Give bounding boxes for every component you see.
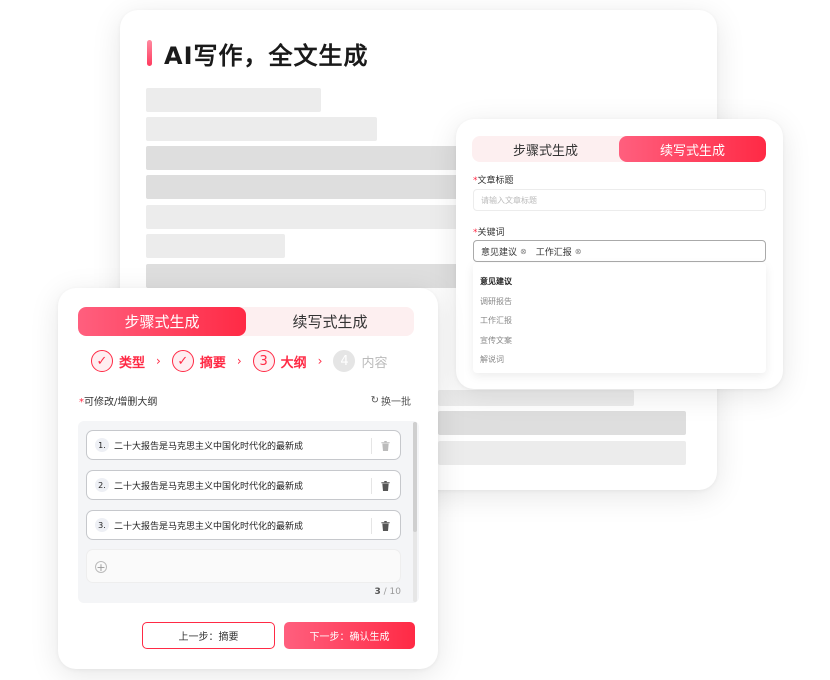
step-label: 类型 (119, 355, 146, 371)
outline-list: 1. 二十大报告是马克思主义中国化时代化的最新成 2. 二十大报告是马克思主义中… (78, 421, 419, 603)
refresh-label: 换一批 (381, 397, 411, 408)
outline-item-text: 二十大报告是马克思主义中国化时代化的最新成 (114, 481, 304, 492)
keyword-tag: 工作汇报 ⊗ (536, 245, 582, 258)
chevron-right-icon: › (236, 354, 242, 368)
dropdown-option[interactable]: 工作汇报 (473, 311, 766, 331)
next-step-button[interactable]: 下一步：确认生成 (284, 622, 415, 649)
divider (371, 438, 372, 454)
step-outline[interactable]: 3 大纲 (252, 350, 307, 372)
skeleton-line (438, 441, 686, 465)
tab-continuation-generation[interactable]: 续写式生成 (619, 136, 766, 162)
check-icon: ✓ (91, 350, 113, 372)
article-title-label-text: 文章标题 (477, 176, 514, 186)
trash-icon[interactable] (379, 439, 391, 453)
tab-step-generation[interactable]: 步骤式生成 (472, 136, 619, 162)
keyword-dropdown: 意见建议 调研报告 工作汇报 宣传文案 解说词 (473, 263, 766, 373)
outline-label: *可修改/增删大纲 (79, 393, 157, 408)
step-label: 大纲 (280, 355, 307, 371)
tab-continuation-generation[interactable]: 续写式生成 (246, 307, 414, 336)
scrollbar-thumb[interactable] (413, 422, 417, 532)
outline-item-text: 二十大报告是马克思主义中国化时代化的最新成 (114, 441, 304, 452)
refresh-button[interactable]: ↻ 换一批 (371, 393, 411, 408)
outline-item[interactable]: 2. 二十大报告是马克思主义中国化时代化的最新成 (86, 470, 401, 500)
trash-icon[interactable] (379, 519, 391, 533)
continuation-panel: 步骤式生成 续写式生成 *文章标题 请输入文章标题 *关键词 意见建议 ⊗ 工作… (456, 119, 783, 389)
tab-step-generation[interactable]: 步骤式生成 (78, 307, 246, 336)
keyword-tag-label: 工作汇报 (535, 247, 572, 258)
keyword-tag-label: 意见建议 (481, 247, 518, 258)
refresh-icon: ↻ (370, 395, 379, 406)
step-label: 内容 (361, 355, 388, 371)
plus-icon: + (95, 560, 107, 574)
dropdown-option[interactable]: 宣传文案 (473, 331, 766, 351)
add-outline-item[interactable]: + (86, 549, 401, 583)
remove-tag-icon[interactable]: ⊗ (520, 247, 527, 256)
step-generation-panel: 步骤式生成 续写式生成 ✓ 类型 › ✓ 摘要 › 3 大纲 › 4 内容 *可… (58, 288, 438, 669)
check-icon: ✓ (171, 350, 194, 372)
step-type[interactable]: ✓ 类型 (91, 350, 145, 372)
outline-item-number: 1. (95, 438, 109, 452)
counter-current: 3 (374, 587, 381, 597)
title-accent-bar (147, 40, 152, 66)
skeleton-line (146, 117, 377, 141)
keywords-input[interactable]: 意见建议 ⊗ 工作汇报 ⊗ (473, 240, 766, 262)
stepper: ✓ 类型 › ✓ 摘要 › 3 大纲 › 4 内容 (91, 349, 388, 373)
step-label: 摘要 (199, 355, 226, 371)
skeleton-line (146, 234, 285, 258)
skeleton-line (438, 390, 634, 406)
mode-switch: 步骤式生成 续写式生成 (472, 136, 766, 162)
chevron-right-icon: › (156, 354, 161, 368)
keywords-label-text: 关键词 (477, 228, 505, 238)
skeleton-line (146, 88, 321, 112)
divider (371, 478, 372, 494)
page-title: AI写作，全文生成 (164, 42, 369, 70)
dropdown-option[interactable]: 解说词 (473, 350, 766, 370)
previous-step-button[interactable]: 上一步：摘要 (142, 622, 275, 649)
outline-item-number: 3. (95, 518, 109, 532)
dropdown-option[interactable]: 意见建议 (473, 272, 766, 292)
outline-item-number: 2. (95, 478, 109, 492)
outline-counter: 3 / 10 (375, 587, 402, 597)
outline-item-text: 二十大报告是马克思主义中国化时代化的最新成 (114, 521, 304, 532)
dropdown-option[interactable]: 调研报告 (473, 292, 766, 312)
counter-total: / 10 (383, 587, 401, 597)
keywords-label: *关键词 (473, 225, 505, 238)
remove-tag-icon[interactable]: ⊗ (575, 247, 582, 256)
divider (371, 518, 372, 534)
step-number: 3 (252, 350, 275, 372)
outline-item[interactable]: 3. 二十大报告是马克思主义中国化时代化的最新成 (86, 510, 401, 540)
step-number: 4 (333, 350, 356, 372)
outline-item[interactable]: 1. 二十大报告是马克思主义中国化时代化的最新成 (86, 430, 401, 460)
step-summary[interactable]: ✓ 摘要 (171, 350, 226, 372)
article-title-label: *文章标题 (473, 173, 514, 186)
scrollbar[interactable] (413, 422, 417, 602)
outline-label-text: 可修改/增删大纲 (84, 397, 158, 408)
mode-switch: 步骤式生成 续写式生成 (78, 307, 414, 336)
article-title-input[interactable]: 请输入文章标题 (473, 189, 766, 211)
step-content[interactable]: 4 内容 (333, 350, 388, 372)
trash-icon[interactable] (379, 479, 391, 493)
chevron-right-icon: › (317, 354, 323, 368)
skeleton-line (438, 411, 686, 435)
keyword-tag: 意见建议 ⊗ (481, 245, 527, 258)
